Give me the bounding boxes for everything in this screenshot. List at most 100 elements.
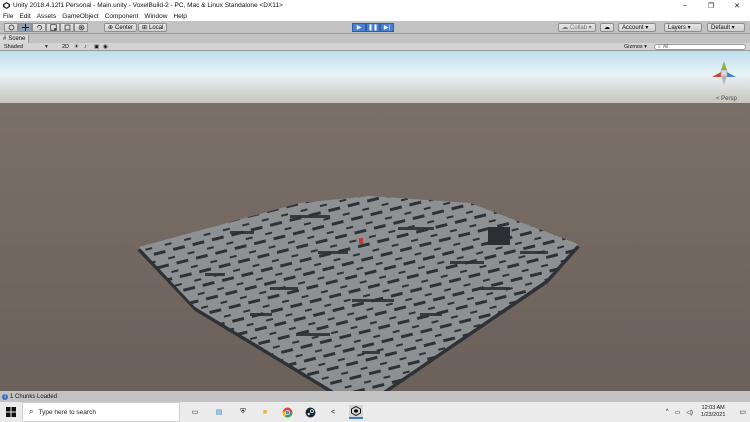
step-icon: ▶|: [383, 25, 391, 31]
rotate-tool-button[interactable]: [32, 23, 46, 32]
system-tray: ^ ▭ ◁) 12:03 AM 1/23/2021 ▭: [666, 402, 750, 422]
eye-icon: ◉: [103, 44, 108, 50]
account-dropdown[interactable]: Account ▾: [618, 23, 656, 32]
mode-2d-toggle[interactable]: 2D: [62, 43, 69, 51]
rect-icon: [64, 24, 70, 31]
clock[interactable]: 12:03 AM 1/23/2021: [701, 405, 725, 419]
persp-label[interactable]: < Persp: [716, 96, 738, 102]
rect-tool-button[interactable]: [60, 23, 74, 32]
chrome-button[interactable]: [280, 405, 294, 419]
main-toolbar: ⊕ Center ⊞ Local ▶ ❚❚ ▶| ☁ Collab ▾ ☁ Ac…: [0, 21, 750, 34]
film-icon: ▤: [215, 409, 223, 416]
window-titlebar: Unity 2018.4.12f1 Personal - Main.unity …: [0, 0, 750, 11]
menu-help[interactable]: Help: [173, 13, 186, 20]
task-view-button[interactable]: ▭: [188, 405, 202, 419]
steam-button[interactable]: [303, 405, 317, 419]
window-title: Unity 2018.4.12f1 Personal - Main.unity …: [13, 2, 283, 9]
windows-logo-icon: [6, 407, 16, 417]
tall-voxel-column: [488, 227, 510, 245]
local-icon: ⊞: [142, 25, 148, 31]
scene-canvas[interactable]: < Persp: [0, 51, 750, 391]
status-message[interactable]: 1 Chunks Loaded: [10, 394, 57, 400]
scene-search-input[interactable]: ⌕ All: [654, 44, 746, 50]
scale-icon: [49, 24, 57, 31]
layers-dropdown[interactable]: Layers ▾: [664, 23, 702, 32]
windows-taskbar: ⌕ Type here to search ▭ ▤ ⛨ ■ < ^ ▭ ◁) 1…: [0, 402, 750, 422]
hand-tool-button[interactable]: [4, 23, 18, 32]
layers-label: Layers ▾: [668, 25, 691, 31]
shading-mode-label: Shaded: [4, 44, 23, 50]
audio-toggle[interactable]: ♪: [84, 43, 87, 51]
menu-assets[interactable]: Assets: [37, 13, 57, 20]
unity-logo-icon: [2, 2, 10, 10]
pivot-toggle[interactable]: ⊕ Center: [104, 23, 138, 32]
notifications-icon[interactable]: ▭: [739, 408, 746, 416]
services-button[interactable]: ☁: [600, 23, 614, 32]
collab-dropdown[interactable]: ☁ Collab ▾: [558, 23, 596, 32]
player-marker: [359, 238, 363, 244]
share-icon: <: [330, 408, 336, 416]
task-view-icon: ▭: [191, 409, 199, 416]
scene-tab-label: Scene: [8, 36, 26, 42]
gizmos-dropdown[interactable]: Gizmos ▾: [624, 43, 647, 51]
file-explorer-button[interactable]: ■: [258, 405, 272, 419]
play-button[interactable]: ▶: [352, 23, 366, 32]
search-placeholder: All: [662, 44, 669, 50]
layout-dropdown[interactable]: Default ▾: [707, 23, 745, 32]
unity-taskbar-button[interactable]: [349, 405, 363, 419]
pivot-icon: ⊕: [108, 25, 114, 31]
cloud-services-icon: ☁: [604, 25, 610, 31]
layout-label: Default ▾: [711, 25, 735, 31]
speaker-icon: ♪: [84, 44, 87, 50]
menu-component[interactable]: Component: [105, 13, 139, 20]
menu-gameobject[interactable]: GameObject: [62, 13, 99, 20]
chevron-up-icon[interactable]: ^: [666, 409, 669, 415]
menu-bar: File Edit Assets GameObject Component Wi…: [0, 11, 750, 21]
scene-tab-icon: #: [3, 36, 7, 42]
mode-2d-label: 2D: [62, 44, 70, 50]
close-button[interactable]: ✕: [724, 0, 750, 11]
move-icon: [21, 24, 29, 31]
lighting-toggle[interactable]: ☀: [74, 43, 79, 51]
transform-tool-button[interactable]: [74, 23, 88, 32]
info-icon: i: [2, 393, 8, 400]
scene-view[interactable]: < Persp: [0, 51, 750, 391]
gizmos-label: Gizmos ▾: [624, 44, 647, 50]
light-icon: ☀: [74, 44, 79, 50]
menu-file[interactable]: File: [3, 13, 13, 20]
move-tool-button[interactable]: [18, 23, 32, 32]
step-button[interactable]: ▶|: [380, 23, 394, 32]
security-app-button[interactable]: ⛨: [236, 405, 250, 419]
effects-toggle[interactable]: ▣: [94, 43, 99, 51]
collab-label: Collab ▾: [570, 25, 592, 31]
scene-toolbar: Shaded ▾ 2D ☀ ♪ ▣ ◉ Gizmos ▾ ⌕ All: [0, 43, 750, 51]
search-icon: ⌕: [29, 407, 34, 416]
shading-mode-dropdown[interactable]: Shaded ▾: [4, 43, 54, 51]
menu-edit[interactable]: Edit: [19, 13, 30, 20]
start-button[interactable]: [0, 402, 22, 422]
transform-icon: [78, 24, 84, 31]
volume-icon[interactable]: ◁): [686, 409, 693, 416]
maximize-button[interactable]: ❐: [698, 0, 724, 11]
media-app-button[interactable]: ▤: [212, 405, 226, 419]
taskbar-search-input[interactable]: ⌕ Type here to search: [22, 402, 180, 422]
scene-tab-row: # Scene: [0, 35, 750, 43]
status-bar: i 1 Chunks Loaded: [0, 391, 750, 402]
network-icon[interactable]: ▭: [675, 409, 681, 416]
pivot-label: Center: [115, 24, 134, 31]
unity-icon: [351, 406, 361, 416]
share-app-button[interactable]: <: [326, 405, 340, 419]
sky: [0, 51, 750, 103]
tab-scene[interactable]: # Scene: [0, 35, 30, 43]
minimize-button[interactable]: –: [672, 0, 698, 11]
pause-button[interactable]: ❚❚: [366, 23, 380, 32]
hidden-objects-toggle[interactable]: ◉: [103, 43, 108, 51]
menu-window[interactable]: Window: [144, 13, 167, 20]
clock-date: 1/23/2021: [700, 412, 726, 418]
chevron-down-icon: ▾: [44, 44, 48, 50]
space-toggle[interactable]: ⊞ Local: [138, 23, 168, 32]
account-label: Account ▾: [622, 25, 649, 31]
steam-icon: [305, 407, 315, 417]
scale-tool-button[interactable]: [46, 23, 60, 32]
rotate-icon: [36, 24, 42, 31]
